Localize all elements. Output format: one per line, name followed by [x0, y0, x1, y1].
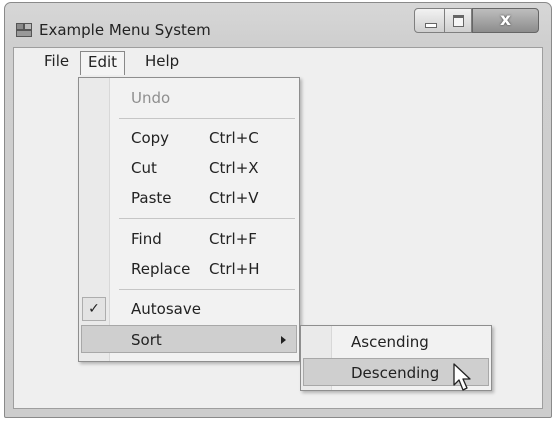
- maximize-button[interactable]: [444, 8, 472, 33]
- menu-item-label: Copy: [131, 129, 170, 147]
- menu-separator: [119, 218, 295, 219]
- menu-item-label: Find: [131, 230, 162, 248]
- close-icon: x: [500, 10, 511, 30]
- checkmark-icon: ✓: [82, 297, 106, 321]
- menu-help[interactable]: Help: [139, 51, 185, 71]
- window-title: Example Menu System: [39, 21, 211, 39]
- menu-item-paste[interactable]: Paste Ctrl+V: [81, 184, 297, 212]
- menu-item-label: Autosave: [131, 300, 201, 318]
- mouse-cursor-icon: [453, 363, 471, 391]
- menu-separator: [119, 118, 295, 119]
- menu-item-label: Paste: [131, 189, 172, 207]
- menu-file[interactable]: File: [38, 51, 75, 71]
- menu-item-label: Sort: [131, 331, 162, 349]
- menu-item-label: Undo: [131, 89, 171, 107]
- menu-bar: File Edit Help: [14, 48, 542, 75]
- menu-item-shortcut: Ctrl+V: [209, 189, 259, 207]
- menu-item-label: Cut: [131, 159, 157, 177]
- menu-item-find[interactable]: Find Ctrl+F: [81, 225, 297, 253]
- menu-item-shortcut: Ctrl+F: [209, 230, 257, 248]
- menu-item-shortcut: Ctrl+X: [209, 159, 259, 177]
- menu-item-copy[interactable]: Copy Ctrl+C: [81, 124, 297, 152]
- menu-item-sort[interactable]: Sort: [81, 325, 297, 353]
- close-button[interactable]: x: [472, 8, 539, 33]
- menu-item-label: Descending: [351, 364, 440, 382]
- edit-menu: Undo Copy Ctrl+C Cut Ctrl+X Paste Ctrl+V…: [78, 77, 300, 362]
- menu-separator: [119, 289, 295, 290]
- menu-item-autosave[interactable]: ✓ Autosave: [81, 295, 297, 323]
- menu-item-label: Ascending: [351, 333, 429, 351]
- submenu-arrow-icon: [281, 336, 286, 344]
- app-icon[interactable]: [16, 23, 32, 37]
- menu-item-replace[interactable]: Replace Ctrl+H: [81, 255, 297, 283]
- menu-item-shortcut: Ctrl+H: [209, 260, 260, 278]
- minimize-button[interactable]: [414, 8, 445, 33]
- menu-item-ascending[interactable]: Ascending: [303, 328, 489, 356]
- menu-edit[interactable]: Edit: [80, 51, 126, 75]
- menu-item-label: Replace: [131, 260, 191, 278]
- title-bar[interactable]: Example Menu System x: [5, 3, 551, 47]
- menu-item-undo[interactable]: Undo: [81, 84, 297, 112]
- menu-item-cut[interactable]: Cut Ctrl+X: [81, 154, 297, 182]
- menu-item-shortcut: Ctrl+C: [209, 129, 259, 147]
